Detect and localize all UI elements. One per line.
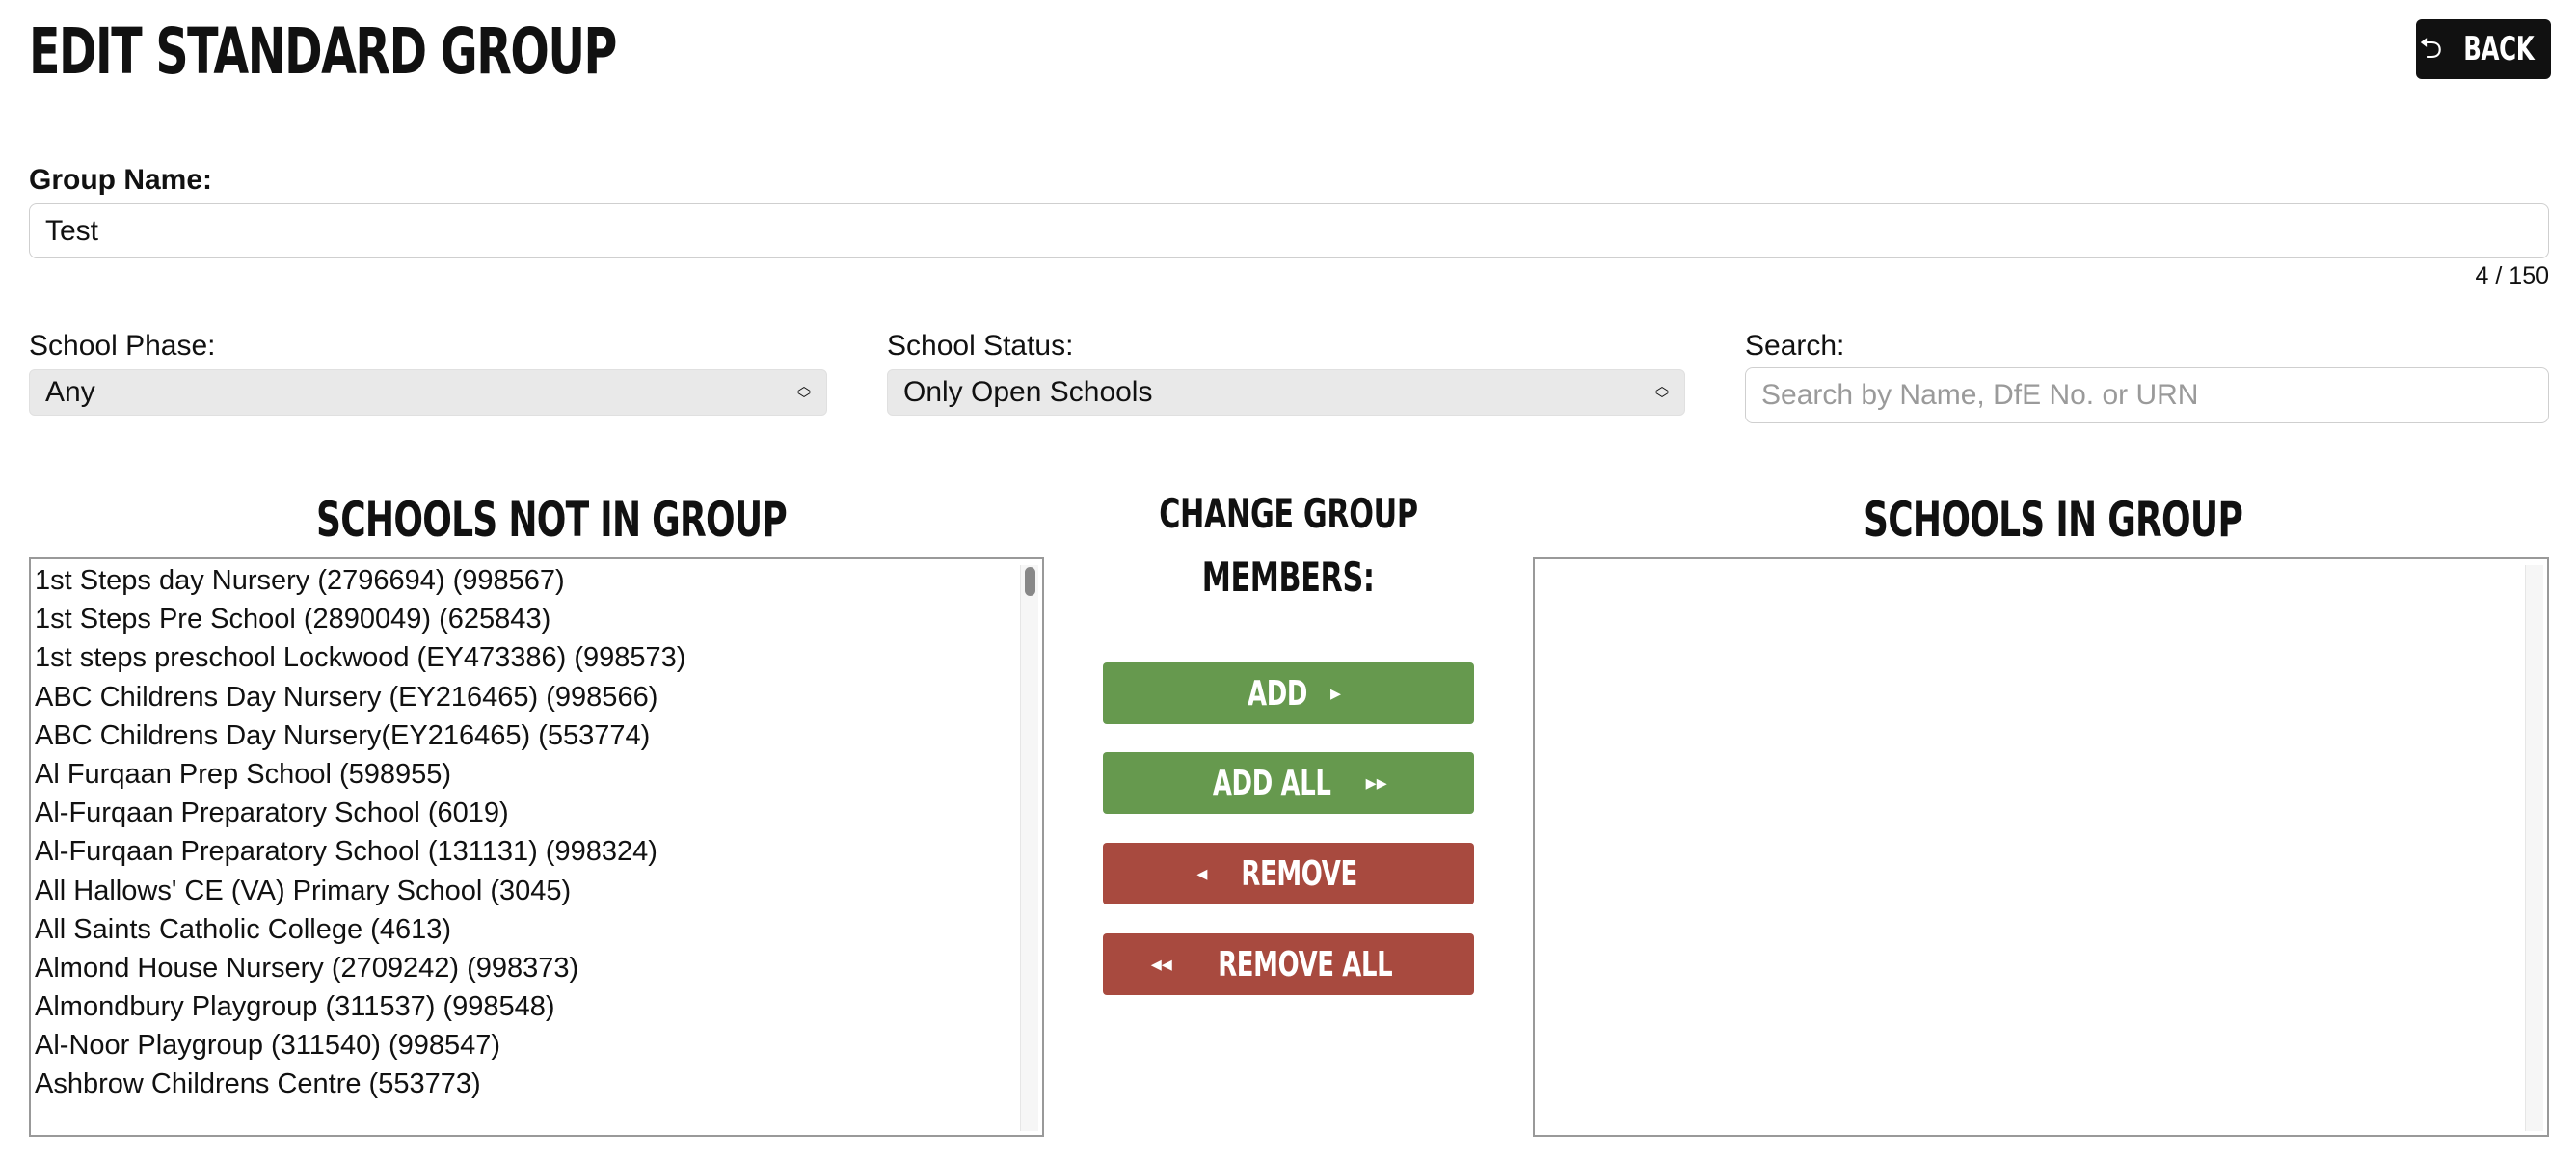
list-item[interactable]: ABC Childrens Day Nursery (EY216465) (99… (35, 678, 1042, 716)
list-scrollbar[interactable] (2525, 565, 2543, 1131)
fast-forward-icon: ▸▸ (1365, 770, 1387, 795)
list-item[interactable]: 1st steps preschool Lockwood (EY473386) … (35, 638, 1042, 677)
list-item[interactable]: All Saints Catholic College (4613) (35, 910, 1042, 949)
school-phase-select[interactable]: Any ︿ ﹀ (29, 369, 827, 416)
remove-all-button-label: REMOVE ALL (1218, 944, 1393, 985)
group-name-label: Group Name: (29, 164, 213, 196)
scroll-thumb[interactable] (1025, 567, 1035, 596)
search-label: Search: (1745, 330, 1845, 362)
list-scrollbar[interactable] (1020, 565, 1038, 1131)
list-item[interactable]: Almond House Nursery (2709242) (998373) (35, 949, 1042, 987)
schools-not-in-group-list[interactable]: 1st Steps day Nursery (2796694) (998567)… (29, 557, 1044, 1137)
add-all-button[interactable]: ADD ALL ▸▸ (1103, 752, 1474, 814)
change-title-line1: CHANGE GROUP (1159, 490, 1418, 537)
list-item[interactable]: 1st Steps day Nursery (2796694) (998567) (35, 561, 1042, 600)
remove-button[interactable]: ◂ REMOVE (1103, 843, 1474, 904)
school-phase-value: Any (45, 376, 95, 408)
remove-button-label: REMOVE (1241, 853, 1358, 894)
schools-in-group-title: SCHOOLS IN GROUP (1864, 492, 2243, 548)
list-item[interactable]: Al Furqaan Prep School (598955) (35, 755, 1042, 794)
school-status-select[interactable]: Only Open Schools ︿ ﹀ (887, 369, 1685, 416)
schools-not-in-group-title: SCHOOLS NOT IN GROUP (316, 492, 788, 548)
school-phase-label: School Phase: (29, 330, 216, 362)
list-item[interactable]: Ashbrow Childrens Centre (553773) (35, 1065, 1042, 1103)
back-button-label: BACK (2463, 30, 2535, 68)
list-item[interactable]: Al-Furqaan Preparatory School (131131) (… (35, 832, 1042, 871)
rewind-icon: ◂◂ (1150, 952, 1172, 976)
return-arrow-icon: ⮌ (2419, 33, 2443, 65)
list-item[interactable]: Al-Furqaan Preparatory School (6019) (35, 794, 1042, 832)
list-item[interactable]: Al-Noor Playgroup (311540) (998547) (35, 1026, 1042, 1065)
group-name-input[interactable] (29, 203, 2549, 258)
search-input[interactable] (1745, 367, 2549, 423)
change-group-members-title: CHANGE GROUP MEMBERS: (1103, 482, 1474, 609)
character-counter: 4 / 150 (2475, 262, 2549, 289)
list-item[interactable]: All Hallows' CE (VA) Primary School (304… (35, 872, 1042, 910)
add-all-button-label: ADD ALL (1213, 763, 1331, 803)
play-right-icon: ▸ (1330, 681, 1342, 705)
remove-all-button[interactable]: ◂◂ REMOVE ALL (1103, 933, 1474, 995)
up-down-chevron-icon: ︿ ﹀ (797, 378, 811, 407)
page-title: EDIT STANDARD GROUP (29, 14, 617, 89)
school-status-value: Only Open Schools (903, 376, 1153, 408)
change-title-line2: MEMBERS: (1202, 554, 1375, 601)
play-left-icon: ◂ (1196, 861, 1208, 885)
add-button[interactable]: ADD ▸ (1103, 662, 1474, 724)
schools-in-group-list[interactable] (1533, 557, 2549, 1137)
back-button[interactable]: ⮌ BACK (2416, 19, 2551, 79)
school-status-label: School Status: (887, 330, 1074, 362)
list-item[interactable]: ABC Childrens Day Nursery(EY216465) (553… (35, 716, 1042, 755)
up-down-chevron-icon: ︿ ﹀ (1655, 378, 1669, 407)
list-item[interactable]: 1st Steps Pre School (2890049) (625843) (35, 600, 1042, 638)
add-button-label: ADD (1247, 673, 1307, 714)
list-item[interactable]: Almondbury Playgroup (311537) (998548) (35, 987, 1042, 1026)
